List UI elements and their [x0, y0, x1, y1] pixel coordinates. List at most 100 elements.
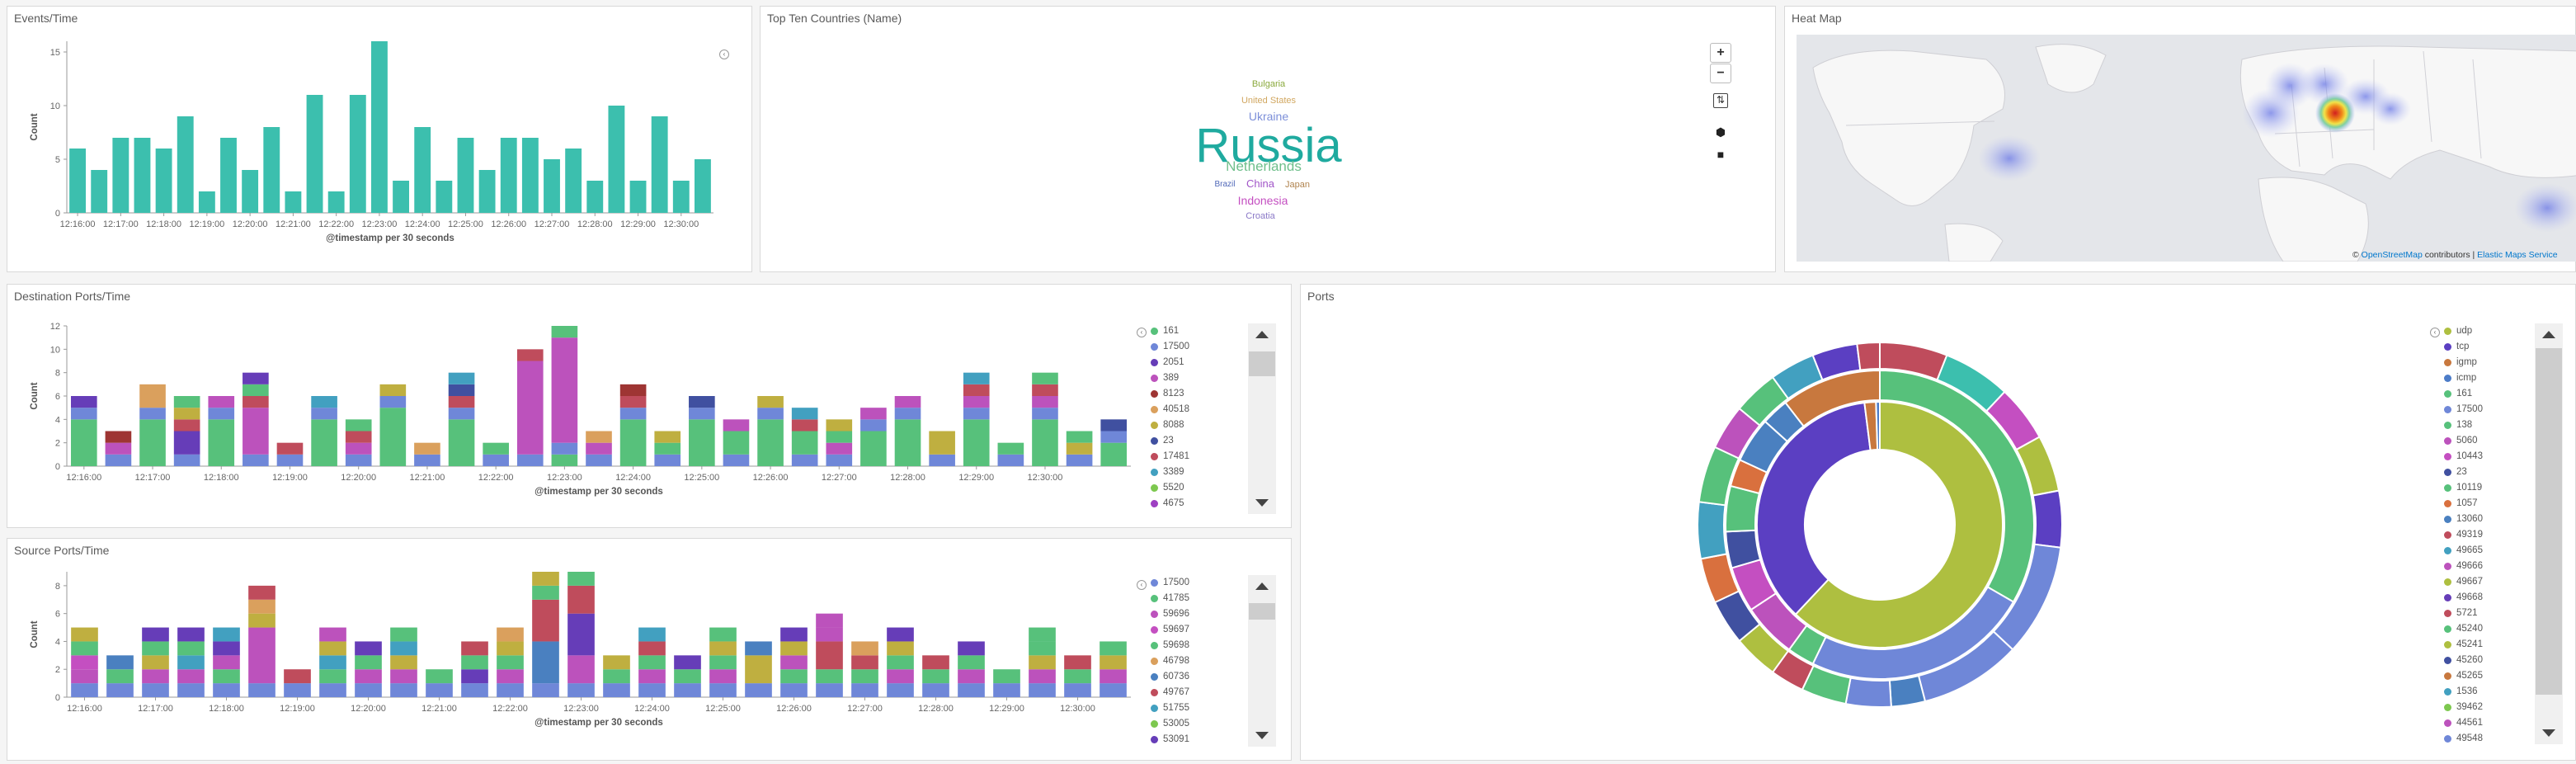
bar-segment — [70, 408, 97, 420]
bar-segment — [780, 627, 808, 642]
legend-item[interactable]: 39462 — [2444, 700, 2527, 715]
legend-item[interactable]: 59697 — [1151, 622, 1233, 638]
legend-item[interactable]: 45260 — [2444, 653, 2527, 668]
legend-item[interactable]: 41785 — [1151, 591, 1233, 606]
legend-item[interactable]: 60736 — [1151, 669, 1233, 685]
cloud-word[interactable]: Croatia — [1246, 211, 1274, 221]
draw-rectangle-icon[interactable]: ■ — [1713, 147, 1728, 162]
legend-item[interactable]: 1536 — [2444, 684, 2527, 700]
legend-item[interactable]: 53091 — [1151, 732, 1233, 747]
bar-segment — [390, 683, 417, 697]
legend-item[interactable]: 8123 — [1151, 386, 1233, 402]
legend-item[interactable]: 161 — [1151, 323, 1233, 339]
map-canvas[interactable] — [1797, 35, 2576, 262]
scroll-thumb[interactable] — [1249, 351, 1275, 376]
x-tick-label: 12:22:00 — [478, 473, 514, 483]
y-tick-label: 4 — [55, 637, 60, 647]
legend-item[interactable]: 10443 — [2444, 449, 2527, 465]
bar-segment — [689, 408, 715, 420]
legend-toggle-icon[interactable]: ‹ — [2430, 328, 2440, 337]
cloud-word[interactable]: Netherlands — [1226, 158, 1302, 175]
y-tick-label: 4 — [55, 415, 60, 425]
legend-item[interactable]: 4675 — [1151, 496, 1233, 512]
source-legend-scrollbar[interactable] — [1248, 575, 1276, 747]
legend-item[interactable]: 1057 — [2444, 496, 2527, 512]
x-tick-label: 12:19:00 — [189, 219, 224, 229]
legend-item[interactable]: 53005 — [1151, 716, 1233, 732]
cloud-word[interactable]: Brazil — [1214, 180, 1235, 189]
legend-item[interactable]: tcp — [2444, 339, 2527, 355]
legend-label: 23 — [1163, 436, 1174, 446]
legend-item[interactable]: 45241 — [2444, 637, 2527, 653]
legend-item[interactable]: 138 — [2444, 417, 2527, 433]
legend-item[interactable]: 23 — [1151, 433, 1233, 449]
cloud-word[interactable]: Japan — [1285, 180, 1310, 190]
legend-item[interactable]: 49319 — [2444, 527, 2527, 543]
legend-item[interactable]: 44561 — [2444, 715, 2527, 731]
bar-segment — [70, 419, 97, 466]
legend-dot-icon — [2444, 641, 2451, 648]
legend-item[interactable]: icmp — [2444, 370, 2527, 386]
legend-item[interactable]: 10119 — [2444, 480, 2527, 496]
legend-toggle-icon[interactable]: ‹ — [1137, 328, 1147, 337]
bar-segment — [516, 454, 544, 466]
legend-item[interactable]: 17500 — [1151, 339, 1233, 355]
legend-item[interactable]: 2051 — [1151, 355, 1233, 370]
legend-item[interactable]: 17481 — [1151, 449, 1233, 465]
legend-item[interactable]: 161 — [2444, 386, 2527, 402]
legend-item[interactable]: 49666 — [2444, 559, 2527, 574]
bar-segment — [723, 419, 750, 432]
legend-item[interactable]: 5721 — [2444, 606, 2527, 621]
legend-item[interactable]: 389 — [1151, 370, 1233, 386]
legend-item[interactable]: 45240 — [2444, 621, 2527, 637]
legend-item[interactable]: 23 — [2444, 465, 2527, 480]
legend-item[interactable]: udp — [2444, 323, 2527, 339]
legend-item[interactable]: 46798 — [1151, 653, 1233, 669]
legend-item[interactable]: 17500 — [2444, 402, 2527, 417]
legend-item[interactable]: 3389 — [1151, 465, 1233, 480]
legend-item[interactable]: 40518 — [1151, 402, 1233, 417]
scroll-thumb[interactable] — [1249, 603, 1275, 620]
destination-legend-scrollbar[interactable] — [1248, 323, 1276, 514]
x-tick-label: 12:22:00 — [492, 704, 528, 714]
bar-segment — [1066, 431, 1093, 443]
legend-item[interactable]: 49667 — [2444, 574, 2527, 590]
legend-item[interactable]: 49548 — [2444, 731, 2527, 744]
scroll-down-icon[interactable] — [1255, 732, 1269, 739]
legend-item[interactable]: 13060 — [2444, 512, 2527, 527]
x-tick-label: 12:27:00 — [822, 473, 857, 483]
fit-bounds-icon[interactable]: ⇅ — [1713, 93, 1728, 108]
scroll-up-icon[interactable] — [1255, 582, 1269, 590]
cloud-word[interactable]: Indonesia — [1238, 194, 1288, 207]
bar-segment — [448, 372, 475, 384]
legend-item[interactable]: 49668 — [2444, 590, 2527, 606]
scroll-up-icon[interactable] — [2542, 331, 2555, 338]
legend-item[interactable]: 49665 — [2444, 543, 2527, 559]
elastic-maps-link[interactable]: Elastic Maps Service — [2477, 250, 2557, 260]
scroll-thumb[interactable] — [2536, 348, 2562, 695]
legend-item[interactable]: 59696 — [1151, 606, 1233, 622]
ports-legend-scrollbar[interactable] — [2535, 323, 2563, 744]
zoom-in-button[interactable]: + — [1710, 43, 1731, 63]
bar-segment — [142, 641, 169, 656]
legend-item[interactable]: 5520 — [1151, 480, 1233, 496]
scroll-down-icon[interactable] — [1255, 499, 1269, 507]
legend-item[interactable]: 51755 — [1151, 700, 1233, 716]
cloud-word[interactable]: United States — [1241, 96, 1296, 106]
legend-item[interactable]: 45265 — [2444, 668, 2527, 684]
legend-item[interactable]: 49767 — [1151, 685, 1233, 700]
bar-segment — [414, 454, 440, 466]
legend-item[interactable]: 5060 — [2444, 433, 2527, 449]
openstreetmap-link[interactable]: OpenStreetMap — [2362, 250, 2423, 260]
legend-toggle-icon[interactable]: ‹ — [1137, 580, 1147, 590]
draw-polygon-icon[interactable]: ⬢ — [1713, 125, 1728, 139]
cloud-word[interactable]: China — [1246, 177, 1274, 190]
legend-item[interactable]: 59698 — [1151, 638, 1233, 653]
scroll-up-icon[interactable] — [1255, 331, 1269, 338]
cloud-word[interactable]: Bulgaria — [1252, 79, 1285, 89]
zoom-out-button[interactable]: − — [1710, 64, 1731, 83]
legend-item[interactable]: 8088 — [1151, 417, 1233, 433]
legend-item[interactable]: igmp — [2444, 355, 2527, 370]
legend-item[interactable]: 17500 — [1151, 575, 1233, 591]
scroll-down-icon[interactable] — [2542, 729, 2555, 737]
